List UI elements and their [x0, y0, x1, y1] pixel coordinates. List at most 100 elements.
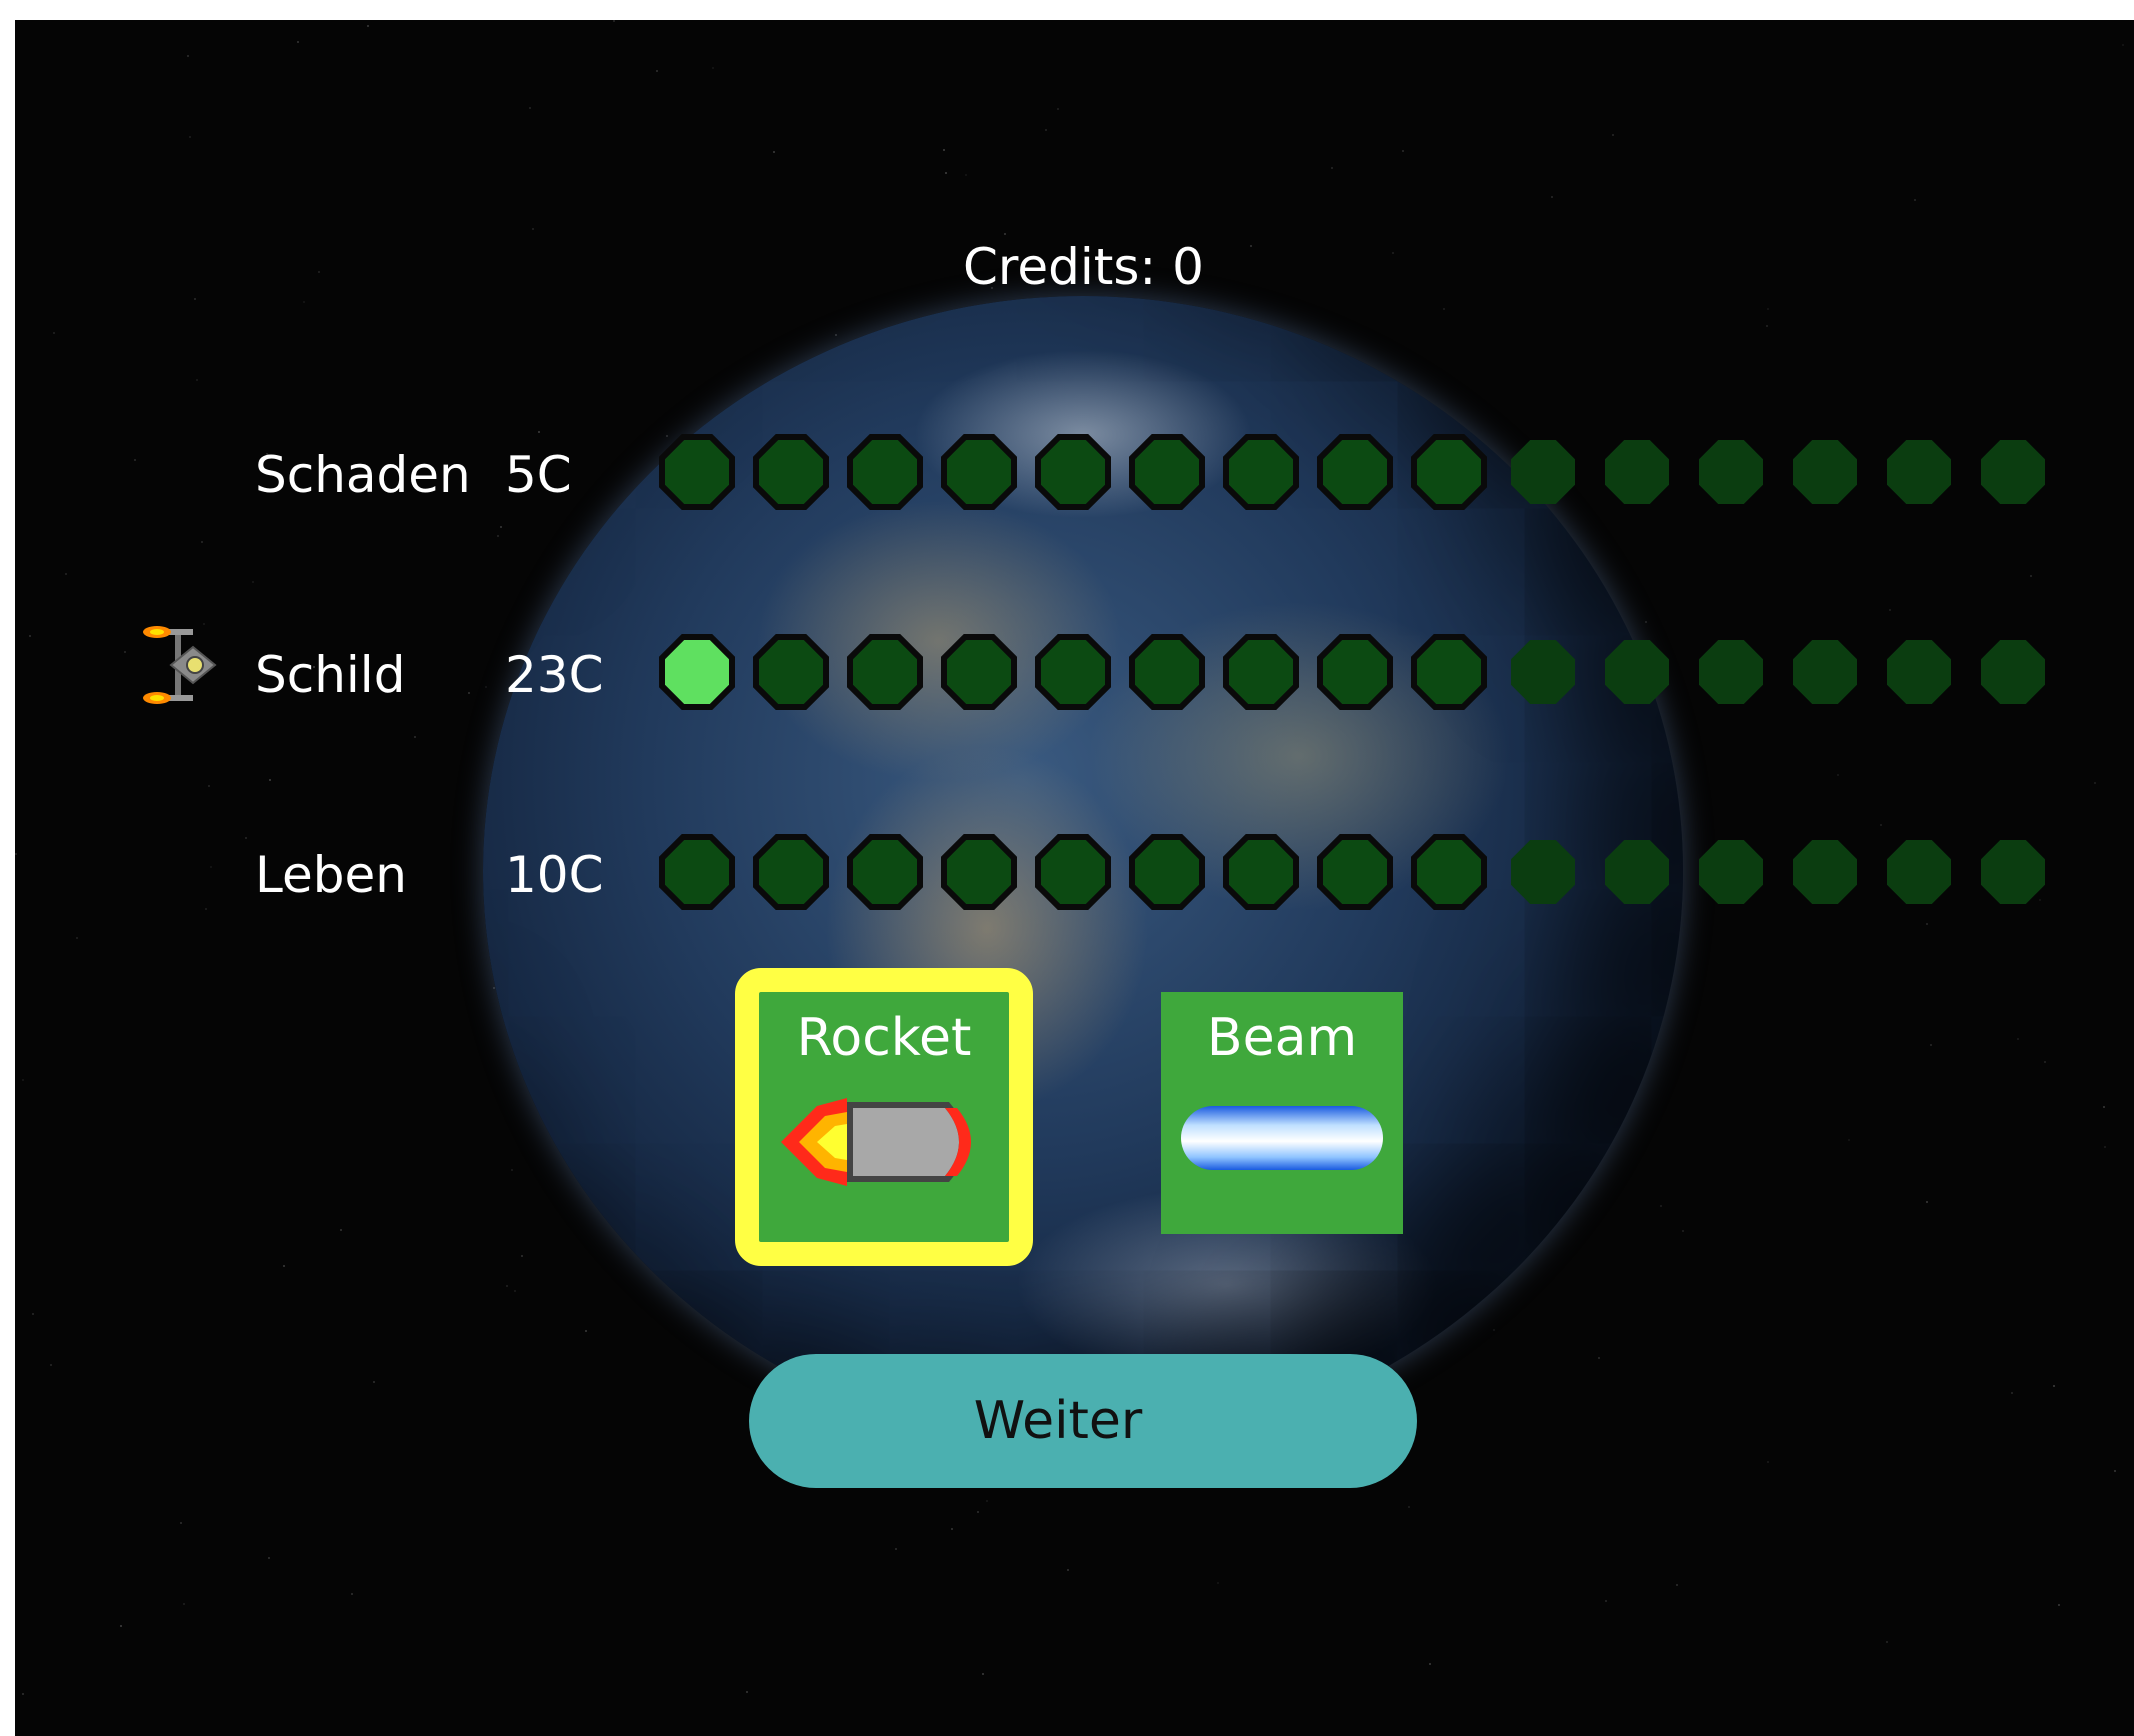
upgrade-level-dot: [941, 434, 1017, 510]
star: [532, 228, 534, 230]
upgrade-cost-schaden: 5C: [505, 446, 572, 504]
upgrade-bar-leben[interactable]: [659, 834, 2051, 910]
upgrade-level-dot: [1129, 434, 1205, 510]
upgrade-level-dot: [1975, 434, 2051, 510]
star: [529, 107, 531, 109]
star: [945, 172, 947, 174]
star: [297, 41, 299, 43]
star: [124, 651, 126, 653]
upgrade-level-dot: [1787, 634, 1863, 710]
star: [2011, 1392, 2013, 1394]
star: [1217, 1582, 1219, 1584]
upgrade-level-dot: [941, 634, 1017, 710]
star: [1926, 923, 1928, 925]
star: [977, 1511, 979, 1513]
upgrade-level-dot: [1035, 434, 1111, 510]
upgrade-level-dot: [1223, 634, 1299, 710]
star: [120, 1625, 122, 1627]
star: [1767, 1461, 1769, 1463]
star: [2114, 1470, 2116, 1472]
star: [2030, 575, 2032, 577]
star: [1660, 1205, 1662, 1207]
upgrade-level-dot: [941, 834, 1017, 910]
star: [2044, 1061, 2046, 1063]
upgrade-bar-schild[interactable]: [659, 634, 2051, 710]
star: [22, 1693, 24, 1695]
star: [340, 1229, 342, 1231]
weapon-label-rocket: Rocket: [796, 1008, 972, 1068]
star: [1645, 621, 1647, 623]
star: [2104, 1146, 2106, 1148]
star: [943, 149, 945, 151]
star: [746, 1691, 748, 1693]
star: [1067, 1569, 1069, 1571]
upgrade-level-dot: [1975, 634, 2051, 710]
star: [318, 271, 320, 273]
star: [585, 1330, 587, 1332]
beam-icon: [1181, 1106, 1383, 1170]
upgrade-level-dot: [1317, 634, 1393, 710]
upgrade-level-dot: [1411, 834, 1487, 910]
upgrade-level-dot: [1599, 634, 1675, 710]
star: [367, 25, 369, 27]
star: [245, 837, 247, 839]
star: [1331, 167, 1333, 169]
star: [1676, 1584, 1678, 1586]
star: [268, 1557, 270, 1559]
star: [521, 1255, 523, 1257]
star: [414, 736, 416, 738]
star: [1886, 1641, 1888, 1643]
star: [2094, 782, 2096, 784]
upgrade-level-dot: [1975, 834, 2051, 910]
star: [50, 1364, 52, 1366]
weapon-card-rocket[interactable]: Rocket: [735, 968, 1033, 1266]
star: [773, 151, 775, 153]
upgrade-level-dot: [659, 634, 735, 710]
upgrade-level-dot: [1129, 634, 1205, 710]
star: [189, 136, 191, 138]
upgrade-level-dot: [1505, 834, 1581, 910]
star: [951, 1528, 953, 1530]
star: [2103, 1106, 2105, 1108]
star: [208, 785, 210, 787]
upgrade-bar-schaden[interactable]: [659, 434, 2051, 510]
star: [1848, 1139, 1850, 1141]
weiter-button[interactable]: Weiter: [749, 1354, 1417, 1488]
upgrade-level-dot: [1881, 834, 1957, 910]
star: [511, 1169, 513, 1171]
star: [269, 779, 271, 781]
star: [210, 866, 212, 868]
upgrade-level-dot: [1505, 634, 1581, 710]
upgrade-level-dot: [1223, 434, 1299, 510]
upgrade-level-dot: [753, 834, 829, 910]
star: [1408, 1506, 1410, 1508]
star: [2058, 1604, 2060, 1606]
upgrade-level-dot: [1035, 834, 1111, 910]
upgrade-cost-schild: 23C: [505, 646, 604, 704]
star: [1605, 1600, 1607, 1602]
star: [194, 298, 196, 300]
star: [1880, 824, 1882, 826]
star: [514, 1290, 516, 1292]
star: [2017, 1038, 2019, 1040]
star: [15, 853, 17, 855]
upgrade-label-leben: Leben: [255, 846, 407, 904]
star: [613, 20, 615, 22]
star: [2122, 44, 2124, 46]
upgrade-level-dot: [1693, 434, 1769, 510]
star: [2053, 1385, 2055, 1387]
upgrade-label-schild: Schild: [255, 646, 406, 704]
star: [180, 1522, 182, 1524]
star: [53, 332, 55, 334]
star: [986, 1500, 988, 1502]
upgrade-level-dot: [847, 634, 923, 710]
weapon-card-beam[interactable]: Beam: [1161, 992, 1403, 1234]
star: [982, 1673, 984, 1675]
star: [76, 937, 78, 939]
star: [835, 334, 837, 336]
star: [1889, 609, 1891, 611]
star: [1551, 196, 1553, 198]
upgrade-level-dot: [1411, 634, 1487, 710]
star: [1392, 252, 1394, 254]
star: [373, 1381, 375, 1383]
